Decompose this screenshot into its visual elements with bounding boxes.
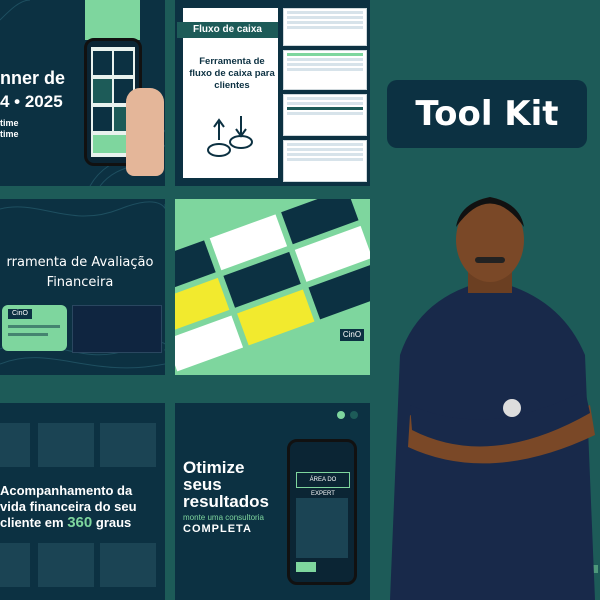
assessment-title: rramenta de Avaliação Financeira	[6, 255, 154, 290]
sheet-preview-1	[283, 8, 367, 46]
thumb-5	[38, 543, 94, 587]
cino-logo: CinO	[340, 329, 364, 341]
thumb-4	[0, 543, 30, 587]
sheet-collage	[175, 199, 370, 375]
assessment-card-right	[72, 305, 162, 353]
phone-content	[296, 498, 348, 558]
tracking-title-3: cliente em 360 graus	[0, 514, 132, 531]
coins-arrows-icon	[207, 116, 253, 157]
thumb-2	[38, 423, 94, 467]
planner-line-1: time	[0, 118, 19, 128]
optimize-tile[interactable]: Otimize seus resultados monte uma consul…	[175, 403, 370, 600]
optimize-subtitle: monte uma consultoria	[183, 513, 264, 522]
thumb-1	[0, 423, 30, 467]
cashflow-tile[interactable]: Fluxo de caixa Ferramenta de fluxo de ca…	[175, 0, 370, 186]
tracking-tile[interactable]: Acompanhamento da vida financeira do seu…	[0, 403, 165, 600]
cino-logo: CinO	[8, 309, 32, 319]
planner-title-2: 4 • 2025	[0, 92, 63, 111]
hand	[126, 88, 164, 176]
optimize-line-4: COMPLETA	[183, 523, 252, 535]
optimize-line-3: resultados	[183, 492, 269, 511]
tool-kit-badge: Tool Kit	[387, 80, 587, 148]
thumb-6	[100, 543, 156, 587]
assessment-tile[interactable]: rramenta de Avaliação Financeira CinO	[0, 199, 165, 375]
cashflow-body: Ferramenta de fluxo de caixa para client…	[189, 56, 275, 91]
dot	[350, 411, 358, 419]
sheet-preview-3	[283, 94, 367, 136]
sheet-preview-4	[283, 140, 367, 182]
optimize-line-1: Otimize	[183, 458, 245, 477]
planner-tile[interactable]: nner de 4 • 2025 time time	[0, 0, 165, 186]
optimize-line-2: seus	[183, 475, 222, 494]
phone-mockup: Área do Expert	[287, 439, 357, 585]
presenter-photo	[390, 197, 598, 600]
tracking-title-1: Acompanhamento da	[0, 483, 133, 498]
expert-area-label: Área do Expert	[296, 472, 350, 497]
planner-title-1: nner de	[0, 68, 66, 88]
planner-line-2: time	[0, 129, 19, 139]
cashflow-header: Fluxo de caixa	[177, 22, 278, 38]
tracking-title-2: vida financeira do seu	[0, 499, 137, 514]
sheet-preview-2	[283, 50, 367, 90]
assessment-card-left: CinO	[2, 305, 67, 351]
dot	[337, 411, 345, 419]
thumb-3	[100, 423, 156, 467]
mint-accent	[85, 0, 140, 40]
spreadsheets-tile[interactable]: CinO	[175, 199, 370, 375]
